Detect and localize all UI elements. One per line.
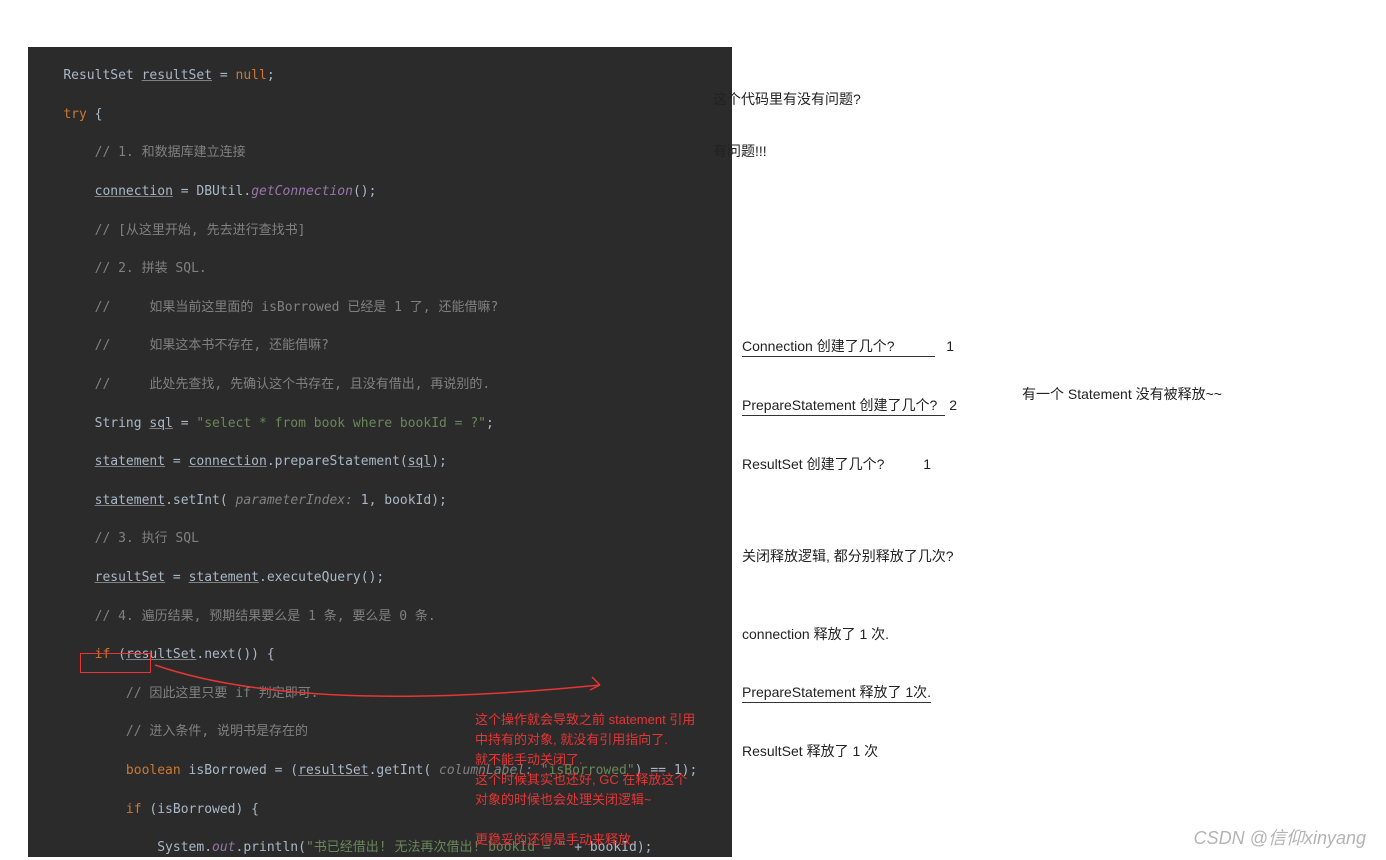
code-line: // [从这里开始, 先去进行查找书] <box>32 221 732 240</box>
code-line: // 2. 拼装 SQL. <box>32 259 732 278</box>
code-line: // 因此这里只要 if 判定即可. <box>32 684 732 703</box>
notes-panel: 这个代码里有没有问题? 有问题!!! Connection 创建了几个? 1 P… <box>732 0 1386 860</box>
code-line: // 此处先查找, 先确认这个书存在, 且没有借出, 再说别的. <box>32 375 732 394</box>
code-line: // 如果当前这里面的 isBorrowed 已经是 1 了, 还能借嘛? <box>32 298 732 317</box>
watermark: CSDN @信仰xinyang <box>1194 824 1366 850</box>
code-line: // 如果这本书不存在, 还能借嘛? <box>32 336 732 355</box>
code-line: ResultSet resultSet = null; <box>32 66 732 85</box>
annotation-text: 这个操作就会导致之前 statement 引用 中持有的对象, 就没有引用指向了… <box>475 710 695 850</box>
code-line: statement = connection.prepareStatement(… <box>32 452 732 471</box>
counts-block: Connection 创建了几个? 1 PrepareStatement 创建了… <box>742 304 957 793</box>
code-line: // 1. 和数据库建立连接 <box>32 143 732 162</box>
code-line: try { <box>32 105 732 124</box>
code-line: // 4. 遍历结果, 预期结果要么是 1 条, 要么是 0 条. <box>32 607 732 626</box>
code-line: // 3. 执行 SQL <box>32 529 732 548</box>
code-line: connection = DBUtil.getConnection(); <box>32 182 732 201</box>
note-question: 这个代码里有没有问题? 有问题!!! <box>713 57 861 193</box>
code-line: resultSet = statement.executeQuery(); <box>32 568 732 587</box>
highlight-box <box>80 653 151 673</box>
code-line: String sql = "select * from book where b… <box>32 414 732 433</box>
code-line: statement.setInt( parameterIndex: 1, boo… <box>32 491 732 510</box>
side-note: 有一个 Statement 没有被释放~~ <box>1022 384 1222 404</box>
